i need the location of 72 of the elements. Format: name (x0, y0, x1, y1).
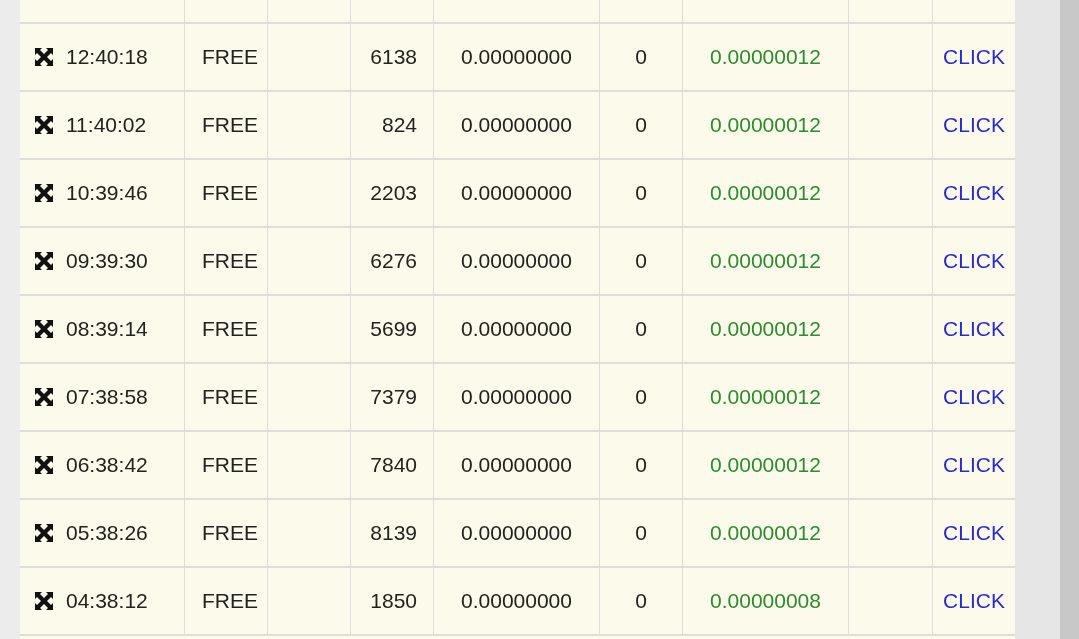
click-link[interactable]: CLICK (943, 109, 1005, 141)
number-text: 2203 (370, 180, 417, 207)
type-text: FREE (202, 384, 258, 411)
type-text: FREE (202, 180, 258, 207)
amount-text: 0.00000000 (461, 520, 572, 547)
amount-text: 0.00000000 (461, 44, 572, 71)
count-text: 0 (635, 44, 647, 71)
count-text: 0 (635, 520, 647, 547)
time-text: 07:38:58 (66, 384, 148, 411)
time-text: 06:38:42 (66, 452, 148, 479)
expand-icon[interactable] (34, 591, 54, 611)
count-text: 0 (635, 248, 647, 275)
amount-text: 0.00000000 (461, 452, 572, 479)
number-text: 1850 (370, 588, 417, 615)
click-link[interactable]: CLICK (943, 517, 1005, 549)
time-text: 11:40:02 (66, 112, 147, 139)
number-text: 7840 (370, 452, 417, 479)
expand-icon[interactable] (34, 387, 54, 407)
time-text: 04:38:12 (66, 588, 148, 615)
click-link[interactable]: CLICK (943, 585, 1005, 617)
type-text: FREE (202, 520, 258, 547)
time-text: 10:39:46 (66, 180, 148, 207)
amount-text: 0.00000000 (461, 112, 572, 139)
type-text: FREE (202, 44, 258, 71)
reward-text: 0.00000012 (710, 248, 821, 275)
click-link[interactable]: CLICK (943, 245, 1005, 277)
type-text: FREE (202, 588, 258, 615)
number-text: 6276 (370, 248, 417, 275)
reward-text: 0.00000012 (710, 180, 821, 207)
time-text: 08:39:14 (66, 316, 148, 343)
time-text: 09:39:30 (66, 248, 148, 275)
amount-text: 0.00000000 (461, 248, 572, 275)
count-text: 0 (635, 452, 647, 479)
type-text: FREE (202, 248, 258, 275)
count-text: 0 (635, 384, 647, 411)
click-link[interactable]: CLICK (943, 313, 1005, 345)
type-text: FREE (202, 316, 258, 343)
click-link[interactable]: CLICK (943, 449, 1005, 481)
count-text: 0 (635, 316, 647, 343)
expand-icon[interactable] (34, 523, 54, 543)
type-text: FREE (202, 112, 258, 139)
expand-icon[interactable] (34, 47, 54, 67)
number-text: 5699 (370, 316, 417, 343)
amount-text: 0.00000000 (461, 316, 572, 343)
expand-icon[interactable] (34, 319, 54, 339)
expand-icon[interactable] (34, 183, 54, 203)
number-text: 8139 (370, 520, 417, 547)
amount-text: 0.00000000 (461, 384, 572, 411)
reward-text: 0.00000012 (710, 520, 821, 547)
number-text: 824 (381, 112, 417, 139)
reward-text: 0.00000012 (710, 112, 821, 139)
time-text: 05:38:26 (66, 520, 148, 547)
click-link[interactable]: CLICK (943, 177, 1005, 209)
count-text: 0 (635, 180, 647, 207)
type-text: FREE (202, 452, 258, 479)
reward-text: 0.00000012 (710, 384, 821, 411)
click-link[interactable]: CLICK (943, 381, 1005, 413)
reward-text: 0.00000012 (710, 452, 821, 479)
expand-icon[interactable] (34, 115, 54, 135)
reward-text: 0.00000008 (710, 588, 821, 615)
count-text: 0 (635, 588, 647, 615)
amount-text: 0.00000000 (461, 588, 572, 615)
reward-text: 0.00000012 (710, 316, 821, 343)
amount-text: 0.00000000 (461, 180, 572, 207)
time-text: 12:40:18 (66, 44, 148, 71)
count-text: 0 (635, 112, 647, 139)
number-text: 7379 (370, 384, 417, 411)
reward-text: 0.00000012 (710, 44, 821, 71)
click-link[interactable]: CLICK (943, 41, 1005, 73)
number-text: 6138 (370, 44, 417, 71)
expand-icon[interactable] (34, 251, 54, 271)
expand-icon[interactable] (34, 455, 54, 475)
